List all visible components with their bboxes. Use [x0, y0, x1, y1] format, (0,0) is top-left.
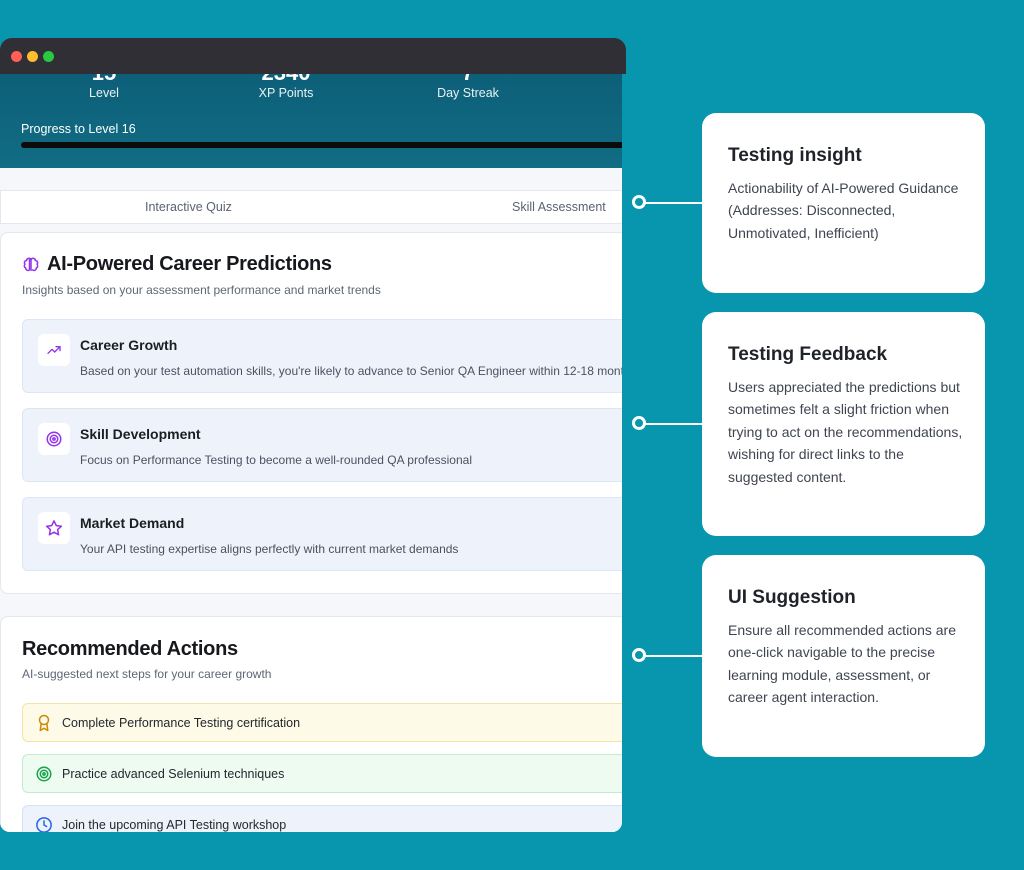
- target-icon: [46, 431, 62, 447]
- note-title: UI Suggestion: [728, 587, 856, 608]
- stat-label: Day Streak: [437, 86, 499, 100]
- minimize-window-button[interactable]: [27, 51, 38, 62]
- card-subtitle: AI-suggested next steps for your career …: [22, 667, 272, 681]
- tab-skill-assessment[interactable]: Skill Assessment: [512, 200, 606, 214]
- stat-label: Level: [89, 86, 119, 100]
- connector-line: [640, 202, 704, 204]
- note-title: Testing insight: [728, 145, 862, 166]
- star-icon: [45, 520, 63, 536]
- prediction-description: Based on your test automation skills, yo…: [80, 364, 622, 378]
- note-ui-suggestion: UI Suggestion Ensure all recommended act…: [702, 555, 985, 757]
- note-body: Users appreciated the predictions but so…: [728, 379, 963, 485]
- action-text: Join the upcoming API Testing workshop: [62, 818, 287, 832]
- connector-line: [640, 655, 704, 657]
- prediction-market-demand[interactable]: Market Demand Your API testing expertise…: [22, 497, 622, 571]
- window-titlebar: [0, 38, 626, 74]
- prediction-title: Market Demand: [80, 515, 185, 531]
- award-icon: [38, 714, 50, 732]
- stat-value: 15: [24, 74, 184, 86]
- prediction-title: Skill Development: [80, 426, 201, 442]
- prediction-skill-development[interactable]: Skill Development Focus on Performance T…: [22, 408, 622, 482]
- connector-line: [640, 423, 704, 425]
- window-content: 15 Level 2340 XP Points 7 Day Streak Pro…: [0, 74, 622, 832]
- card-title: AI-Powered Career Predictions: [47, 253, 332, 275]
- prediction-icon-box: [38, 512, 70, 544]
- action-text: Complete Performance Testing certificati…: [62, 716, 301, 730]
- maximize-window-button[interactable]: [43, 51, 54, 62]
- action-item-certification[interactable]: Complete Performance Testing certificati…: [22, 703, 622, 742]
- prediction-title: Career Growth: [80, 337, 178, 353]
- close-window-button[interactable]: [11, 51, 22, 62]
- brain-icon: [23, 257, 39, 272]
- action-item-workshop[interactable]: Join the upcoming API Testing workshop: [22, 805, 622, 832]
- clock-icon: [36, 817, 52, 832]
- prediction-description: Your API testing expertise aligns perfec…: [80, 542, 459, 556]
- app-window: 15 Level 2340 XP Points 7 Day Streak Pro…: [0, 38, 626, 832]
- prediction-career-growth[interactable]: Career Growth Based on your test automat…: [22, 319, 622, 393]
- note-body: Ensure all recommended actions are one-c…: [728, 622, 957, 706]
- prediction-icon-box: [38, 423, 70, 455]
- action-text: Practice advanced Selenium techniques: [62, 767, 285, 781]
- career-predictions-card: AI-Powered Career Predictions Insights b…: [0, 232, 622, 594]
- tab-interactive-quiz[interactable]: Interactive Quiz: [145, 200, 232, 214]
- stat-value: 7: [388, 74, 548, 86]
- note-testing-insight: Testing insight Actionability of AI-Powe…: [702, 113, 985, 293]
- progress-hero: 15 Level 2340 XP Points 7 Day Streak Pro…: [0, 74, 622, 168]
- prediction-description: Focus on Performance Testing to become a…: [80, 453, 472, 467]
- prediction-icon-box: [38, 334, 70, 366]
- note-title: Testing Feedback: [728, 344, 888, 365]
- stat-label: XP Points: [258, 86, 314, 100]
- stat-value: 2340: [206, 74, 366, 86]
- level-progress-fill: [21, 142, 622, 148]
- level-progress-bar: [21, 142, 622, 148]
- progress-label: Progress to Level 16: [21, 122, 136, 136]
- trending-up-icon: [47, 346, 61, 354]
- recommended-actions-card: Recommended Actions AI-suggested next st…: [0, 616, 622, 832]
- target-icon: [36, 766, 52, 782]
- tab-bar: Interactive Quiz Skill Assessment: [0, 190, 622, 224]
- note-body: Actionability of AI-Powered Guidance (Ad…: [728, 180, 959, 241]
- connector-pin: [632, 648, 646, 662]
- connector-pin: [632, 195, 646, 209]
- card-subtitle: Insights based on your assessment perfor…: [22, 283, 381, 297]
- connector-pin: [632, 416, 646, 430]
- note-testing-feedback: Testing Feedback Users appreciated the p…: [702, 312, 985, 536]
- action-item-selenium[interactable]: Practice advanced Selenium techniques: [22, 754, 622, 793]
- card-title: Recommended Actions: [22, 638, 238, 660]
